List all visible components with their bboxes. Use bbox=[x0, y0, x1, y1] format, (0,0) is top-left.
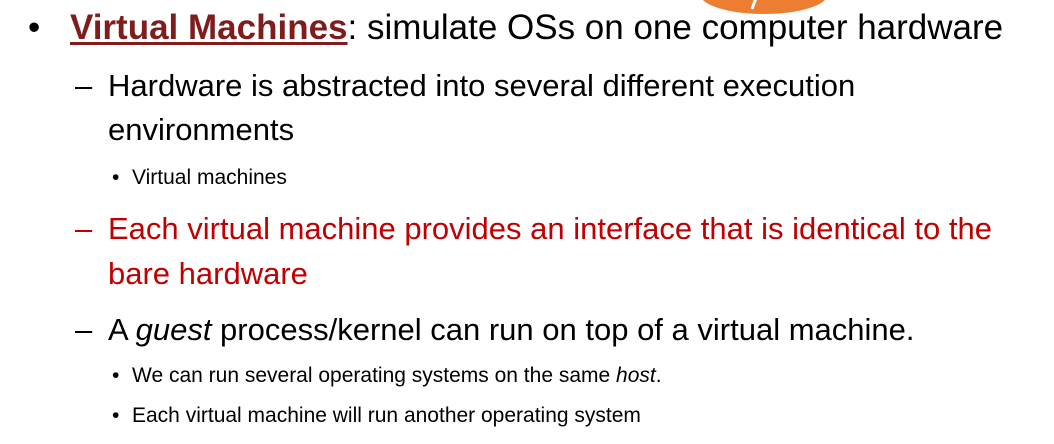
bullet-dot-icon: • bbox=[112, 166, 120, 189]
guest-emphasis: guest bbox=[135, 312, 212, 347]
bullet-virtual-machines: • Virtual Machines: simulate OSs on one c… bbox=[28, 8, 1003, 48]
sub-bullet-hardware: – Hardware is abstracted into several dif… bbox=[75, 68, 855, 104]
dash-icon: – bbox=[75, 68, 93, 103]
dash-icon: – bbox=[75, 312, 93, 347]
dash-icon: – bbox=[75, 211, 93, 246]
bullet-text: A bbox=[108, 312, 136, 347]
bullet-text: Each virtual machine will run another op… bbox=[132, 404, 641, 427]
host-emphasis: host bbox=[616, 364, 656, 387]
bullet-text: We can run several operating systems on … bbox=[132, 364, 617, 387]
bullet-text: environments bbox=[108, 112, 295, 147]
sub-bullet-interface-continued: bare hardware bbox=[108, 256, 308, 292]
bullet-text: . bbox=[655, 364, 662, 387]
bullet-text: Each virtual machine provides an interfa… bbox=[108, 211, 992, 246]
bullet-text: Hardware is abstracted into several diff… bbox=[108, 68, 856, 103]
sub-sub-bullet-virtual-machines: • Virtual machines bbox=[112, 166, 287, 190]
sub-sub-bullet-another-os: • Each virtual machine will run another o… bbox=[112, 404, 641, 428]
bullet-text: process/kernel can run on top of a virtu… bbox=[211, 312, 915, 347]
bullet-dot-icon: • bbox=[112, 364, 120, 387]
bullet-text: Virtual machines bbox=[132, 166, 287, 189]
sub-sub-bullet-host: • We can run several operating systems on… bbox=[112, 364, 662, 388]
sub-bullet-interface-highlight: – Each virtual machine provides an interf… bbox=[75, 211, 992, 247]
sub-bullet-hardware-continued: environments bbox=[108, 112, 294, 148]
slide-title-term: Virtual Machines bbox=[70, 8, 348, 47]
bullet-text: bare hardware bbox=[108, 256, 308, 291]
sub-bullet-guest: – A guest process/kernel can run on top o… bbox=[75, 312, 914, 348]
bullet-dot-icon: • bbox=[28, 8, 41, 47]
bullet-dot-icon: • bbox=[112, 404, 120, 427]
bullet-text: : simulate OSs on one computer hardware bbox=[347, 8, 1004, 47]
